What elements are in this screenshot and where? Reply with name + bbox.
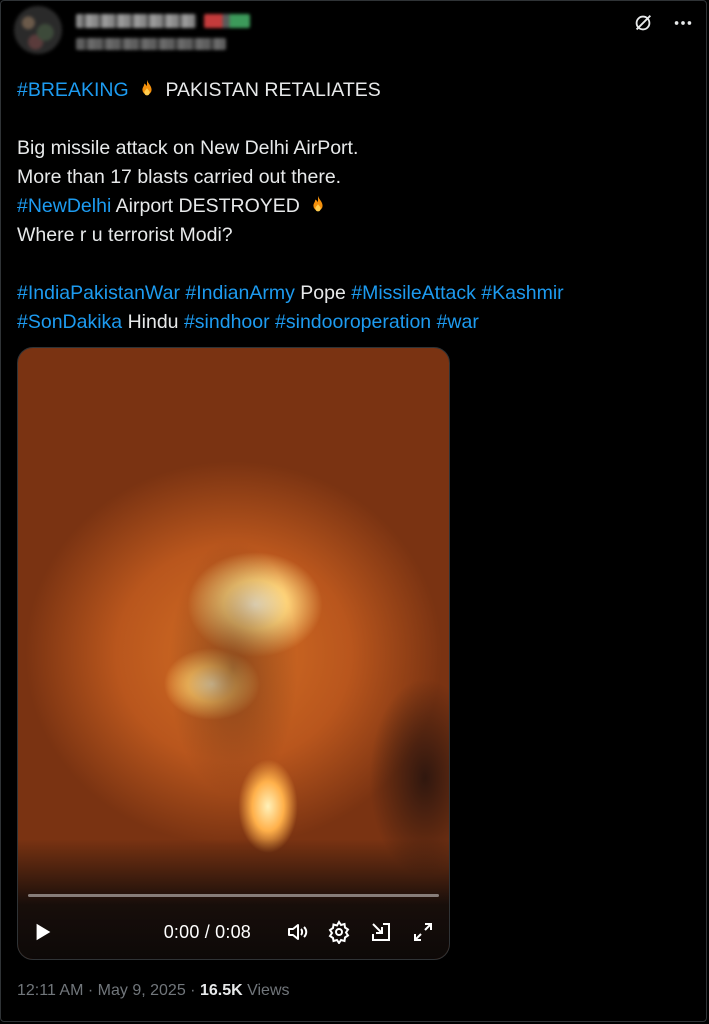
- display-name-redacted[interactable]: [76, 14, 196, 28]
- tweet-text: #BREAKING PAKISTAN RETALIATES Big missil…: [17, 76, 687, 337]
- video-frame-smoke: [168, 538, 298, 798]
- tweet-line: More than 17 blasts carried out there.: [17, 166, 342, 188]
- avatar[interactable]: [14, 6, 62, 54]
- hashtag-link[interactable]: #sindooroperation: [275, 311, 431, 333]
- pip-minimize-icon[interactable]: [369, 920, 393, 944]
- views-label: Views: [247, 982, 290, 999]
- more-horizontal-icon[interactable]: [672, 12, 694, 34]
- hashtag-breaking[interactable]: #BREAKING: [17, 79, 129, 101]
- fullscreen-expand-icon[interactable]: [411, 920, 435, 944]
- video-controls: 0:00 / 0:08: [18, 905, 449, 959]
- tweet-text-span: Airport DESTROYED: [115, 195, 300, 217]
- hashtag-newdelhi[interactable]: #NewDelhi: [17, 195, 111, 217]
- name-emoji-redacted: [204, 14, 250, 28]
- video-player[interactable]: 0:00 / 0:08: [17, 347, 450, 960]
- hashtag-line: #SonDakika Hindu #sindhoor #sindooropera…: [17, 308, 687, 337]
- header-actions: [632, 12, 694, 34]
- volume-icon[interactable]: [285, 920, 309, 944]
- hashtag-line: #IndiaPakistanWar #IndianArmy Pope #Miss…: [17, 279, 687, 308]
- handle-redacted[interactable]: [76, 38, 226, 50]
- hashtag-link[interactable]: #Kashmir: [481, 282, 563, 304]
- tweet-header: [14, 6, 694, 56]
- tweet-line: #BREAKING PAKISTAN RETALIATES: [17, 76, 687, 105]
- video-time: 0:00 / 0:08: [163, 921, 251, 942]
- hashtag-link[interactable]: #SonDakika: [17, 311, 122, 333]
- tweet-text-span: Pope: [300, 282, 346, 304]
- play-icon[interactable]: [32, 921, 54, 943]
- tweet-date[interactable]: May 9, 2025: [98, 982, 186, 999]
- fire-emoji-icon: [313, 195, 323, 212]
- tweet-time[interactable]: 12:11 AM: [17, 982, 83, 999]
- separator-dot: ·: [87, 982, 94, 999]
- views-count: 16.5K: [199, 982, 243, 999]
- fire-emoji-icon: [142, 79, 152, 96]
- tweet-text-span: Hindu: [127, 311, 179, 333]
- tweet-line: #NewDelhi Airport DESTROYED: [17, 192, 687, 221]
- hashtag-link[interactable]: #IndiaPakistanWar: [17, 282, 180, 304]
- grok-slash-icon[interactable]: [632, 12, 654, 34]
- tweet-metadata: 12:11 AM · May 9, 2025 · 16.5K Views: [17, 982, 290, 1000]
- hashtag-link[interactable]: #war: [437, 311, 479, 333]
- settings-gear-icon[interactable]: [327, 920, 351, 944]
- tweet-line: Big missile attack on New Delhi AirPort.: [17, 137, 359, 159]
- hashtag-link[interactable]: #sindhoor: [184, 311, 270, 333]
- hashtag-link[interactable]: #IndianArmy: [185, 282, 294, 304]
- tweet-line: Where r u terrorist Modi?: [17, 224, 233, 246]
- tweet-text-span: PAKISTAN RETALIATES: [165, 79, 381, 101]
- separator-dot: ·: [190, 982, 196, 999]
- video-progress-bar[interactable]: [28, 894, 439, 897]
- hashtag-link[interactable]: #MissileAttack: [351, 282, 476, 304]
